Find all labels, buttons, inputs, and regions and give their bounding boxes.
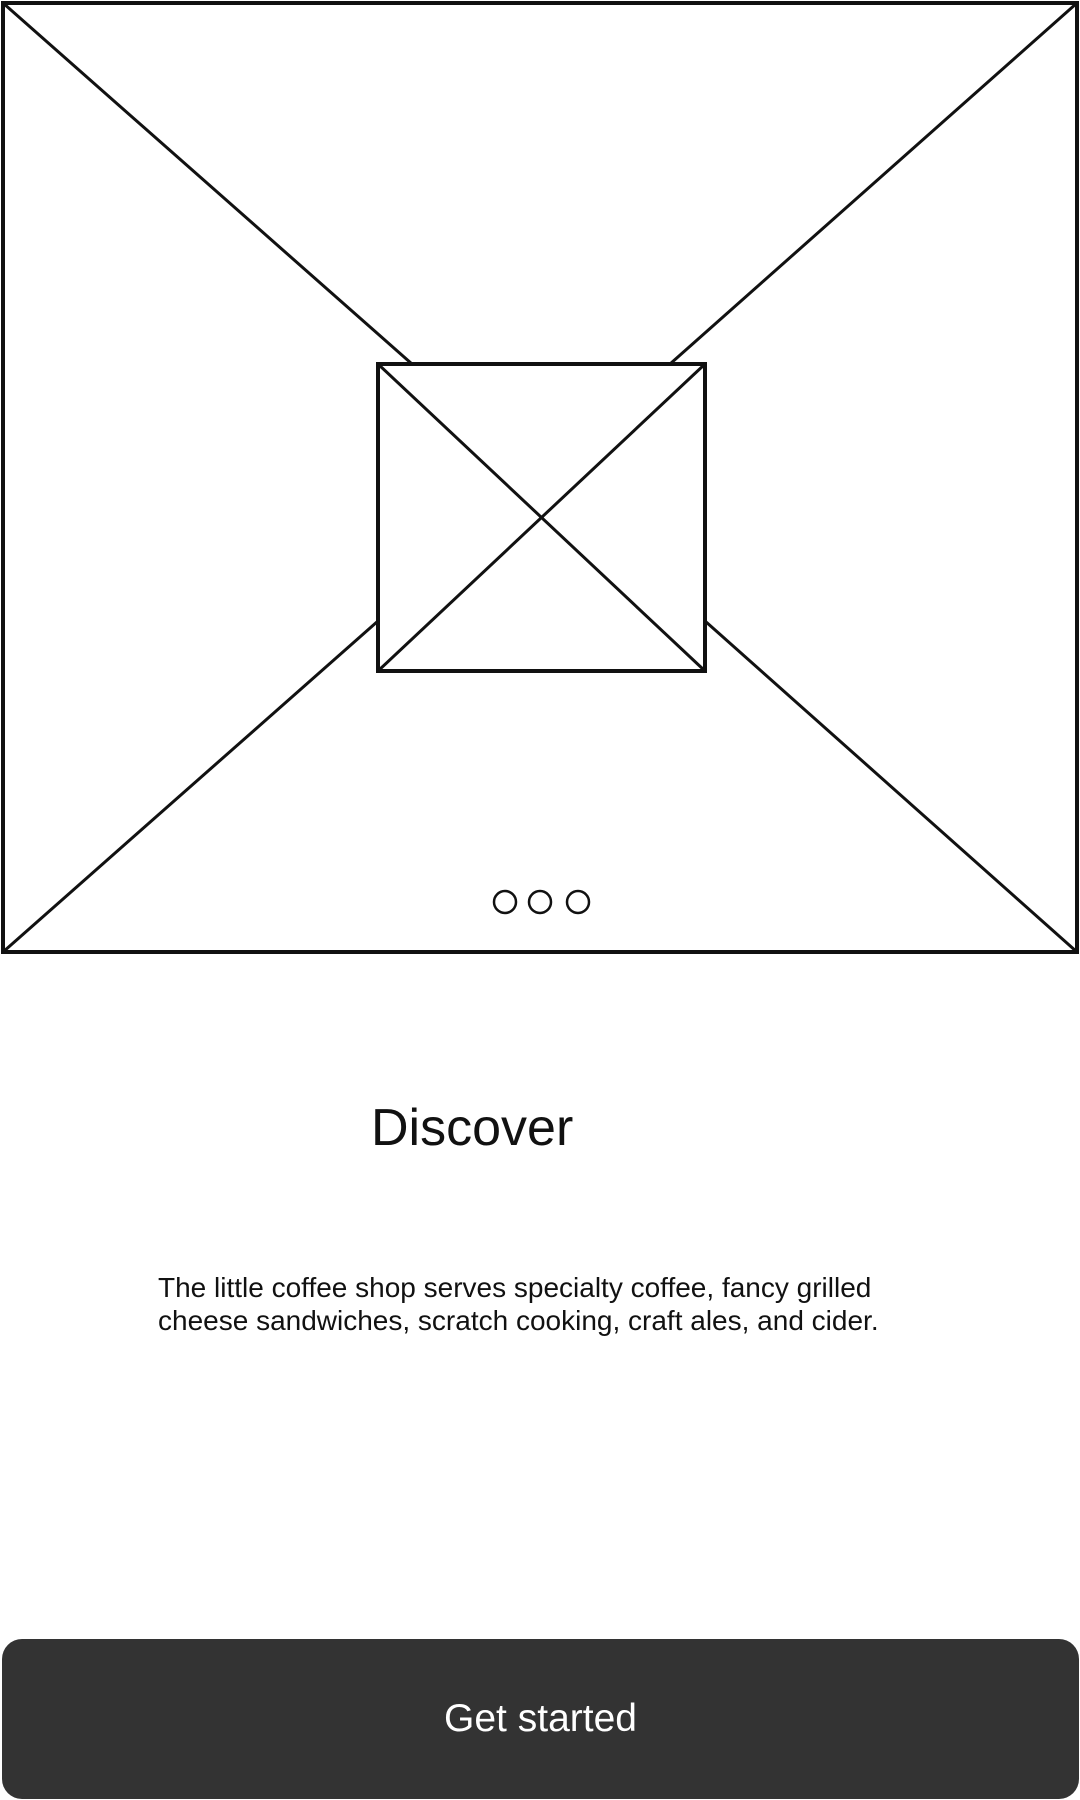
carousel-indicators	[492, 889, 591, 915]
carousel-dot[interactable]	[527, 889, 553, 915]
diagonal-top-right	[669, 1, 1078, 366]
carousel-dot[interactable]	[565, 889, 591, 915]
page-title: Discover	[371, 1099, 574, 1157]
hero-image-graphic	[1, 1, 1079, 954]
get-started-label: Get started	[444, 1697, 637, 1740]
diagonal-bottom-left	[2, 619, 379, 954]
diagonal-top-left	[2, 1, 413, 366]
diagonal-bottom-right	[704, 619, 1078, 954]
get-started-button[interactable]: Get started	[2, 1639, 1079, 1799]
carousel-dot[interactable]	[492, 889, 518, 915]
hero-image-placeholder	[0, 0, 1080, 955]
image-placeholder-icon	[376, 362, 707, 673]
description-text: The little coffee shop serves specialty …	[158, 1272, 879, 1336]
